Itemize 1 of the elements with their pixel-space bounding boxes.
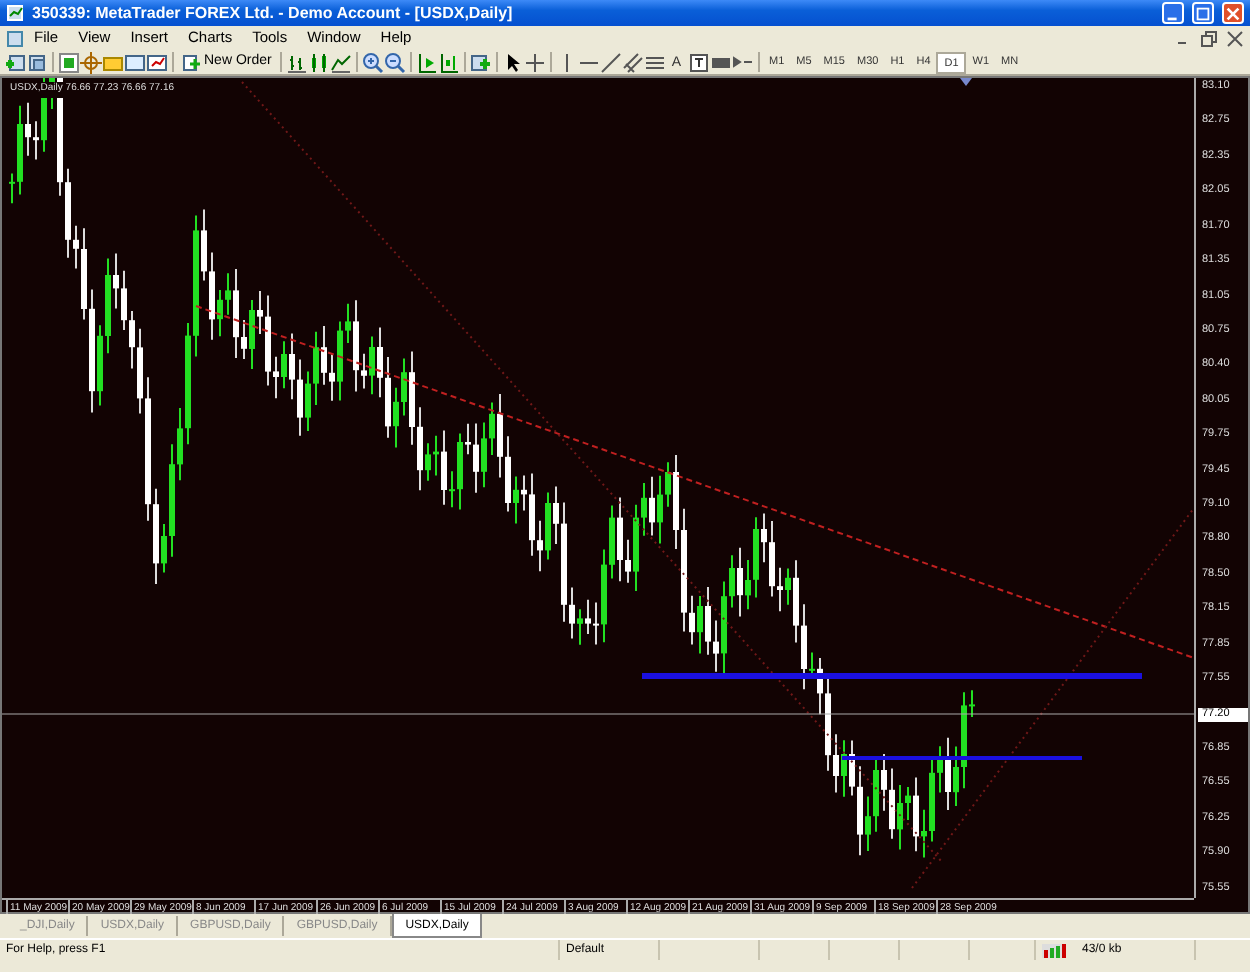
window-title: 350339: MetaTrader FOREX Ltd. - Demo Account - [USDX,Daily] bbox=[32, 2, 513, 26]
